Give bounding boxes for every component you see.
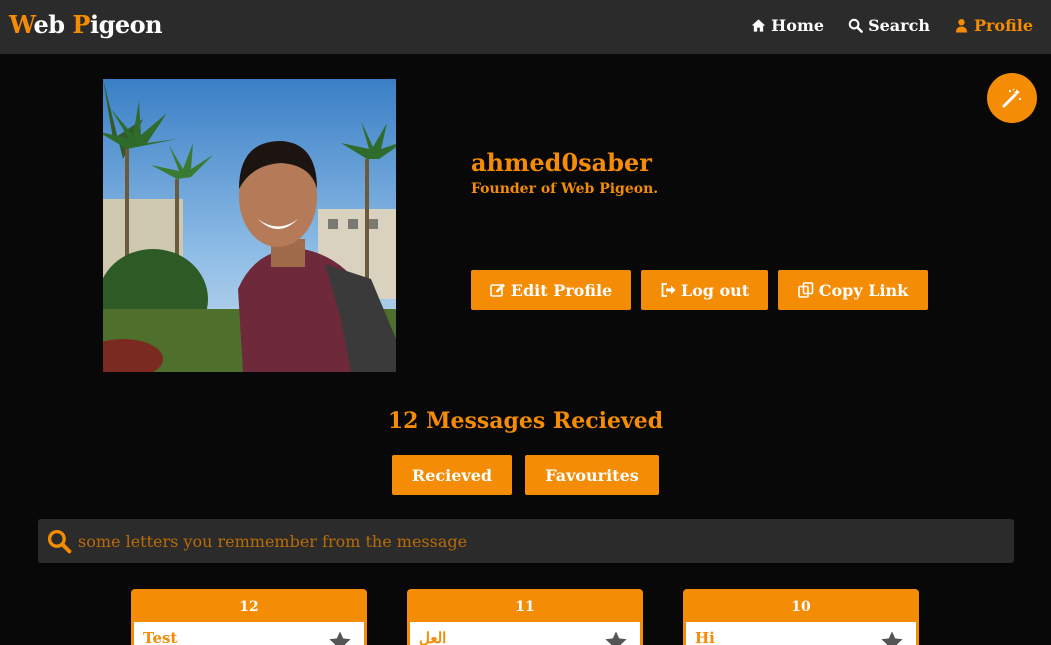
brand-initial-w: W: [9, 10, 34, 39]
profile-bio: Founder of Web Pigeon.: [471, 181, 659, 197]
copy-link-button[interactable]: Copy Link: [778, 270, 928, 310]
edit-profile-label: Edit Profile: [510, 280, 613, 300]
message-card-title: العل: [419, 629, 447, 645]
brand-text-igeon: igeon: [89, 10, 163, 39]
edit-profile-button[interactable]: Edit Profile: [471, 270, 631, 310]
nav-search[interactable]: Search: [848, 16, 930, 35]
nav-search-label: Search: [868, 16, 930, 35]
search-icon: [47, 529, 72, 553]
message-card[interactable]: 11 العل: [407, 589, 643, 645]
copy-link-label: Copy Link: [818, 280, 909, 300]
profile-username: ahmed0saber: [471, 148, 652, 177]
nav-profile-label: Profile: [973, 16, 1033, 35]
user-icon: [955, 19, 968, 33]
nav-home[interactable]: Home: [751, 16, 824, 35]
message-card-number: 11: [410, 592, 640, 622]
message-card-body: Test: [134, 622, 364, 645]
message-card-body: Hi: [686, 622, 916, 645]
navbar: Web Pigeon Home Search Profile: [0, 0, 1051, 54]
message-card[interactable]: 10 Hi: [683, 589, 919, 645]
message-card-body: العل: [410, 622, 640, 645]
messages-count-heading: 12 Messages Recieved: [387, 408, 664, 434]
message-search-input[interactable]: [78, 526, 978, 556]
nav-profile[interactable]: Profile: [954, 16, 1033, 35]
message-card-title: Hi: [695, 629, 715, 645]
search-icon: [848, 18, 863, 33]
message-card-number: 12: [134, 592, 364, 622]
copy-icon: [797, 282, 814, 298]
message-card-title: Test: [143, 629, 178, 645]
home-icon: [751, 19, 766, 32]
logout-button[interactable]: Log out: [641, 270, 768, 310]
nav-home-label: Home: [771, 16, 825, 35]
star-icon[interactable]: [604, 630, 628, 645]
message-card-number: 10: [686, 592, 916, 622]
tab-favourites[interactable]: Favourites: [525, 455, 659, 495]
message-card[interactable]: 12 Test: [131, 589, 367, 645]
brand-initial-p: P: [72, 10, 90, 39]
brand-text-eb: eb: [33, 10, 66, 39]
tab-recieved[interactable]: Recieved: [392, 455, 512, 495]
logout-label: Log out: [680, 280, 750, 300]
nav-links: Home Search Profile: [751, 16, 1033, 35]
brand-logo[interactable]: Web Pigeon: [9, 10, 163, 39]
star-icon[interactable]: [880, 630, 904, 645]
profile-photo: [103, 79, 396, 372]
magic-wand-button[interactable]: [987, 73, 1037, 123]
edit-icon: [489, 283, 505, 297]
magic-wand-icon: [1002, 88, 1022, 108]
star-icon[interactable]: [328, 630, 352, 645]
sign-out-icon: [661, 283, 676, 297]
message-search-bar: [38, 519, 1014, 563]
